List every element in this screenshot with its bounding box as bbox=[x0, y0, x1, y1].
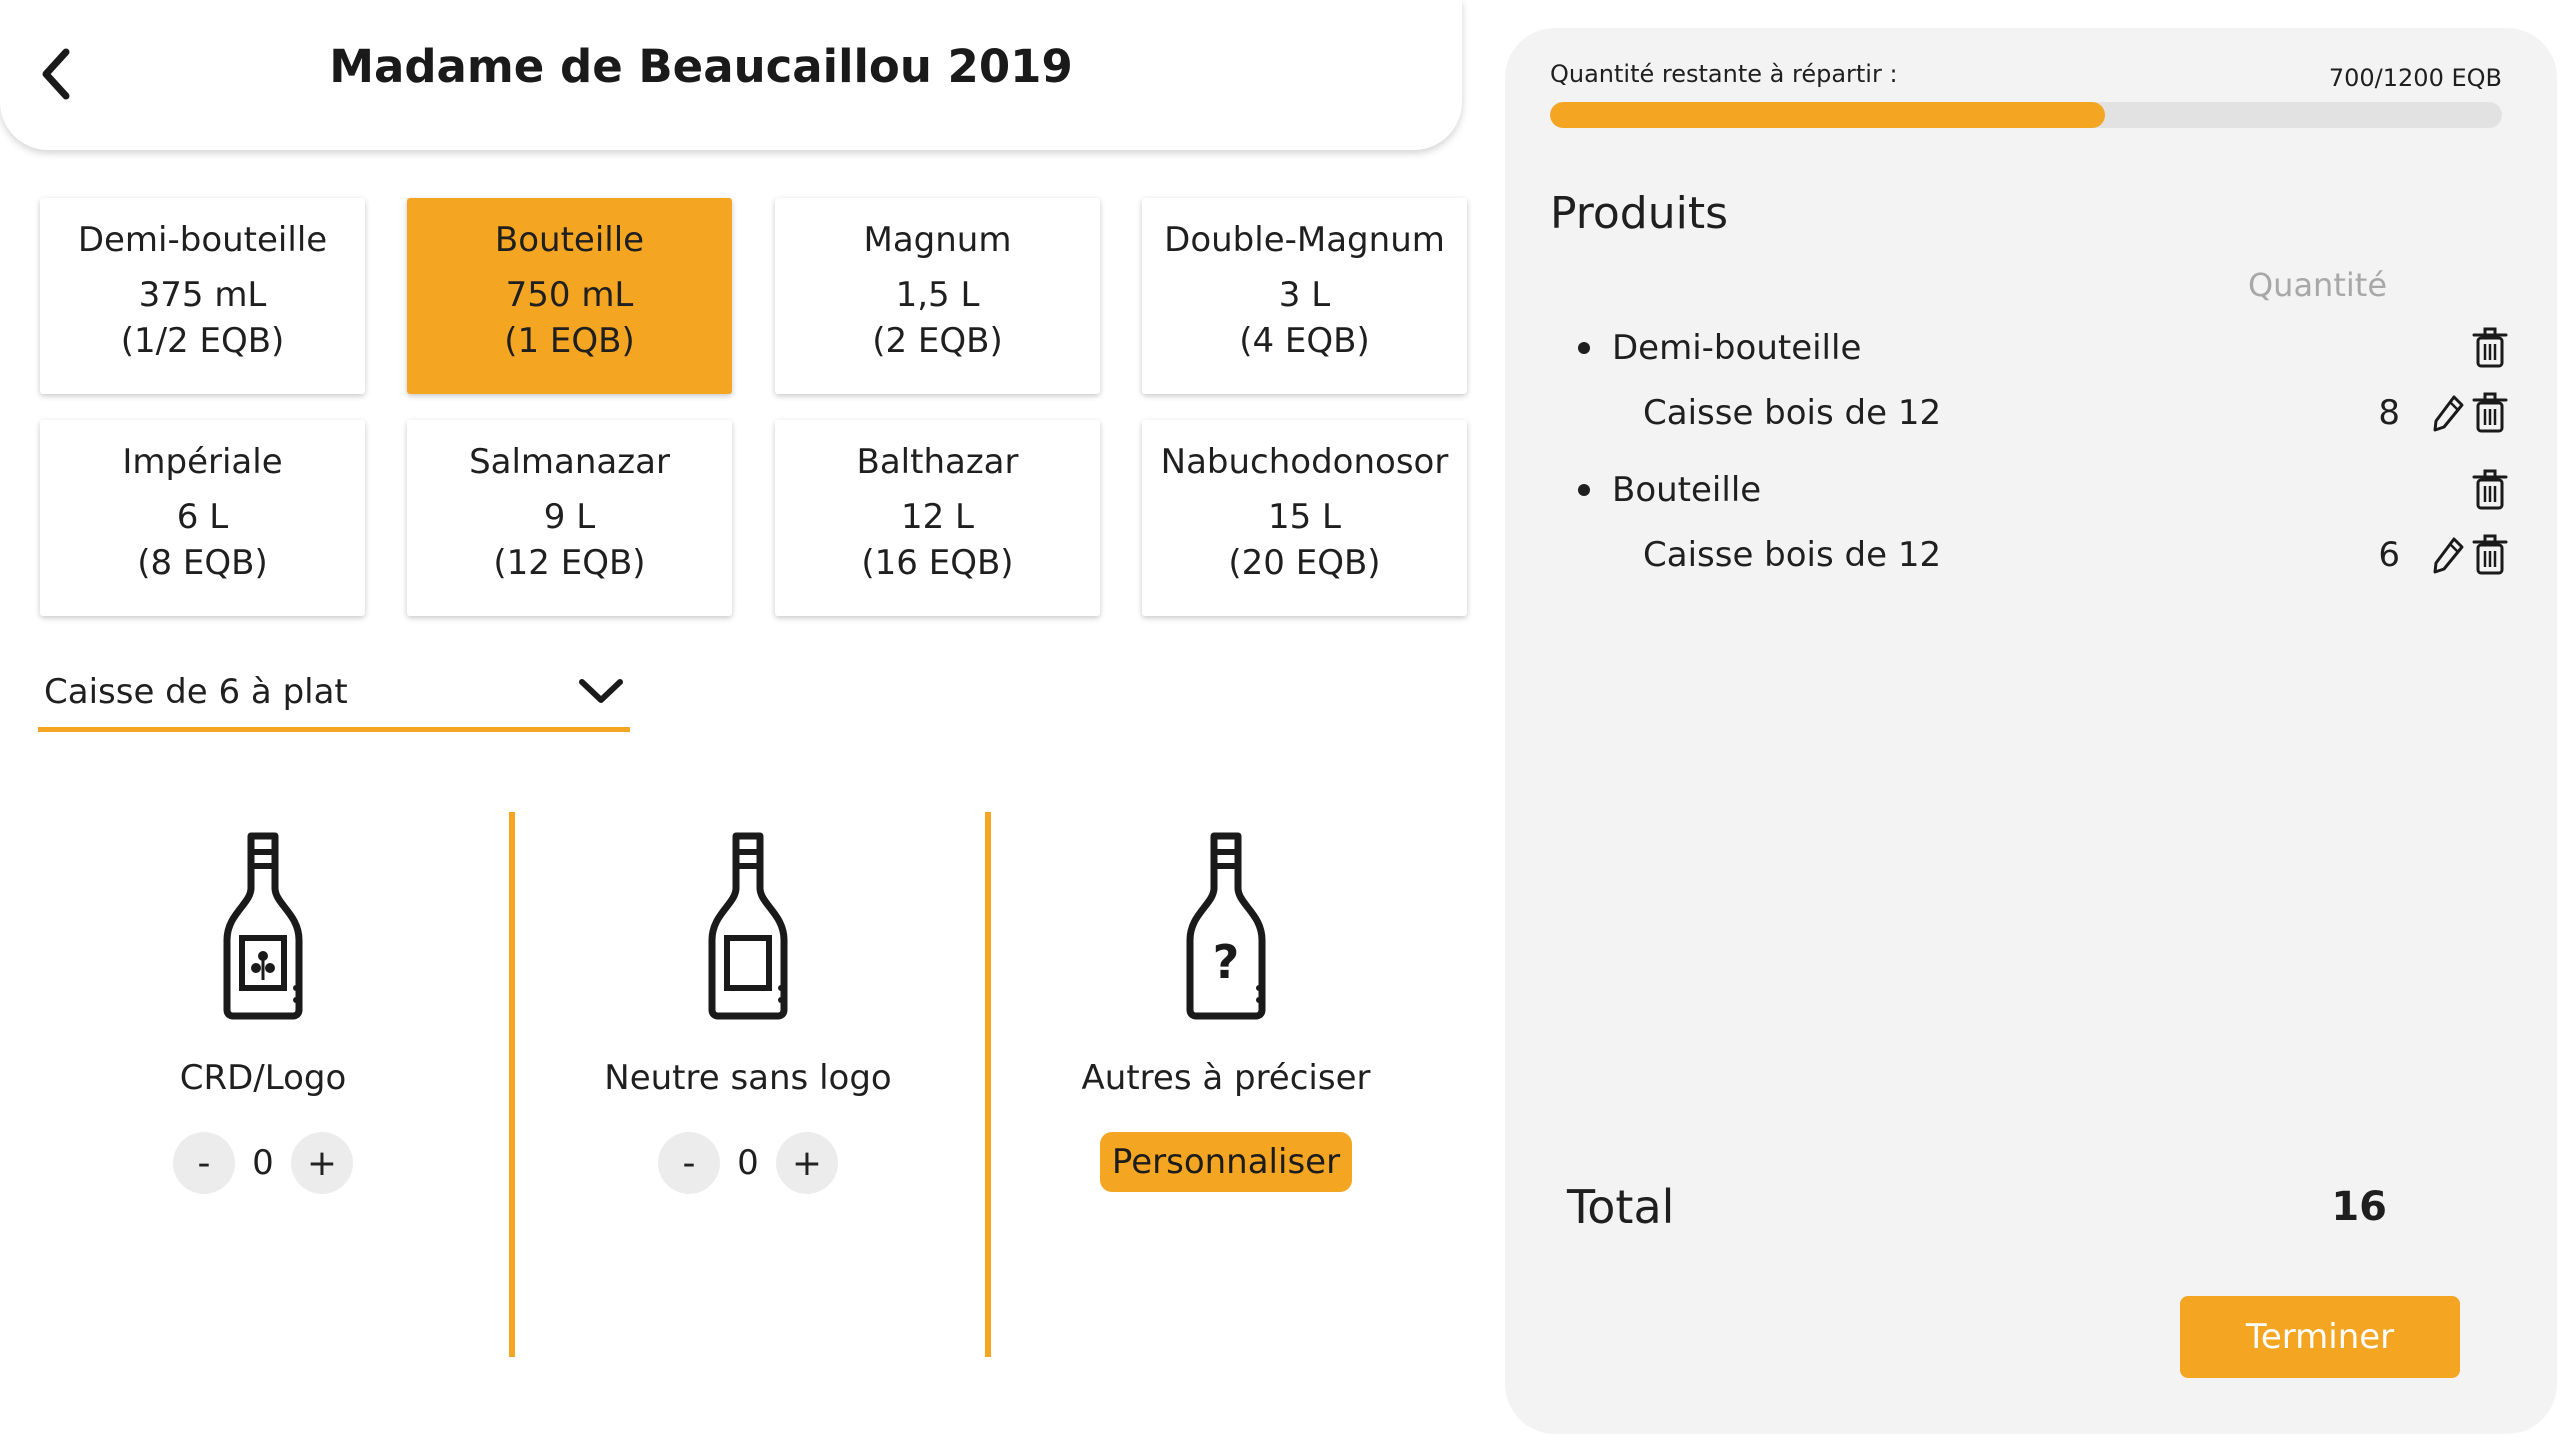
products-title: Produits bbox=[1550, 188, 1729, 239]
pencil-icon[interactable] bbox=[2428, 533, 2468, 577]
app-screen: Madame de Beaucaillou 2019 Demi-bouteill… bbox=[0, 0, 2560, 1440]
format-volume: 6 L bbox=[176, 497, 229, 537]
format-name: Demi-bouteille bbox=[77, 220, 328, 260]
format-eqb: (16 EQB) bbox=[861, 543, 1014, 583]
chevron-down-icon bbox=[579, 679, 623, 703]
product-item-label: Caisse bois de 12 bbox=[1643, 393, 1942, 433]
format-name: Double-Magnum bbox=[1164, 220, 1445, 260]
format-volume: 375 mL bbox=[138, 275, 267, 315]
option-label: Autres à préciser bbox=[1081, 1058, 1371, 1098]
increment-button[interactable]: + bbox=[291, 1132, 353, 1194]
remaining-progress-bar bbox=[1550, 102, 2502, 128]
page-title: Madame de Beaucaillou 2019 bbox=[329, 40, 1073, 93]
option-crd-logo: CRD/Logo - 0 + bbox=[28, 830, 498, 1194]
increment-button[interactable]: + bbox=[776, 1132, 838, 1194]
option-label: Neutre sans logo bbox=[604, 1058, 892, 1098]
format-volume: 1,5 L bbox=[895, 275, 980, 315]
option-neutre-sans-logo: Neutre sans logo - 0 + bbox=[513, 830, 983, 1194]
bottle-neutral-icon bbox=[708, 832, 788, 1020]
format-eqb: (12 EQB) bbox=[493, 543, 646, 583]
format-name: Impériale bbox=[122, 442, 283, 482]
product-item-quantity: 8 bbox=[2378, 393, 2400, 433]
total-value: 16 bbox=[2331, 1184, 2387, 1230]
format-card-balthazar[interactable]: Balthazar 12 L (16 EQB) bbox=[775, 420, 1100, 616]
product-category-label: Bouteille bbox=[1612, 470, 1762, 510]
quantity-value: 0 bbox=[737, 1143, 759, 1183]
format-volume: 9 L bbox=[543, 497, 596, 537]
format-card-imperiale[interactable]: Impériale 6 L (8 EQB) bbox=[40, 420, 365, 616]
format-volume: 15 L bbox=[1267, 497, 1341, 537]
format-card-double-magnum[interactable]: Double-Magnum 3 L (4 EQB) bbox=[1142, 198, 1467, 394]
format-name: Magnum bbox=[863, 220, 1012, 260]
trash-icon[interactable] bbox=[2470, 326, 2510, 370]
format-name: Bouteille bbox=[494, 220, 645, 260]
header-bar: Madame de Beaucaillou 2019 bbox=[0, 0, 1462, 150]
bullet bbox=[1578, 342, 1590, 354]
format-name: Nabuchodonosor bbox=[1160, 442, 1449, 482]
trash-icon[interactable] bbox=[2470, 391, 2510, 435]
format-eqb: (4 EQB) bbox=[1239, 321, 1370, 361]
product-item-row: Caisse bois de 12 6 bbox=[1550, 525, 2510, 585]
trash-icon[interactable] bbox=[2470, 468, 2510, 512]
bottle-question-icon: ? bbox=[1186, 832, 1266, 1020]
remaining-label: Quantité restante à répartir : bbox=[1550, 60, 1898, 88]
format-card-bouteille[interactable]: Bouteille 750 mL (1 EQB) bbox=[407, 198, 732, 394]
packaging-select-value: Caisse de 6 à plat bbox=[44, 672, 348, 712]
product-item-label: Caisse bois de 12 bbox=[1643, 535, 1942, 575]
format-volume: 750 mL bbox=[505, 275, 634, 315]
total-label: Total bbox=[1567, 1180, 1675, 1234]
product-item-row: Caisse bois de 12 8 bbox=[1550, 383, 2510, 443]
bullet bbox=[1578, 484, 1590, 496]
format-card-nabuchodonosor[interactable]: Nabuchodonosor 15 L (20 EQB) bbox=[1142, 420, 1467, 616]
format-volume: 3 L bbox=[1278, 275, 1331, 315]
option-label: CRD/Logo bbox=[179, 1058, 347, 1098]
quantity-value: 0 bbox=[252, 1143, 274, 1183]
format-name: Balthazar bbox=[856, 442, 1019, 482]
format-eqb: (1/2 EQB) bbox=[120, 321, 285, 361]
packaging-select[interactable]: Caisse de 6 à plat bbox=[38, 660, 630, 732]
format-eqb: (20 EQB) bbox=[1228, 543, 1381, 583]
format-card-salmanazar[interactable]: Salmanazar 9 L (12 EQB) bbox=[407, 420, 732, 616]
bottle-crd-logo-icon bbox=[223, 832, 303, 1020]
format-name: Salmanazar bbox=[469, 442, 670, 482]
format-eqb: (2 EQB) bbox=[872, 321, 1003, 361]
option-autres: ? Autres à préciser Personnaliser bbox=[991, 830, 1461, 1192]
product-category-row: Demi-bouteille bbox=[1550, 318, 2510, 378]
quantity-column-header: Quantité bbox=[2247, 266, 2387, 304]
svg-text:?: ? bbox=[1213, 935, 1240, 989]
format-eqb: (1 EQB) bbox=[504, 321, 635, 361]
remaining-value: 700/1200 EQB bbox=[2328, 64, 2502, 92]
summary-panel: Quantité restante à répartir : 700/1200 … bbox=[1505, 28, 2557, 1434]
finish-button[interactable]: Terminer bbox=[2180, 1296, 2460, 1378]
product-category-row: Bouteille bbox=[1550, 460, 2510, 520]
format-volume: 12 L bbox=[900, 497, 974, 537]
format-eqb: (8 EQB) bbox=[137, 543, 268, 583]
personalize-button[interactable]: Personnaliser bbox=[1099, 1132, 1353, 1192]
pencil-icon[interactable] bbox=[2428, 391, 2468, 435]
quantity-stepper: - 0 + bbox=[28, 1132, 498, 1194]
product-category-label: Demi-bouteille bbox=[1612, 328, 1862, 368]
product-item-quantity: 6 bbox=[2378, 535, 2400, 575]
decrement-button[interactable]: - bbox=[173, 1132, 235, 1194]
remaining-progress-fill bbox=[1550, 102, 2106, 128]
quantity-stepper: - 0 + bbox=[513, 1132, 983, 1194]
format-card-demi-bouteille[interactable]: Demi-bouteille 375 mL (1/2 EQB) bbox=[40, 198, 365, 394]
decrement-button[interactable]: - bbox=[658, 1132, 720, 1194]
trash-icon[interactable] bbox=[2470, 533, 2510, 577]
format-card-magnum[interactable]: Magnum 1,5 L (2 EQB) bbox=[775, 198, 1100, 394]
